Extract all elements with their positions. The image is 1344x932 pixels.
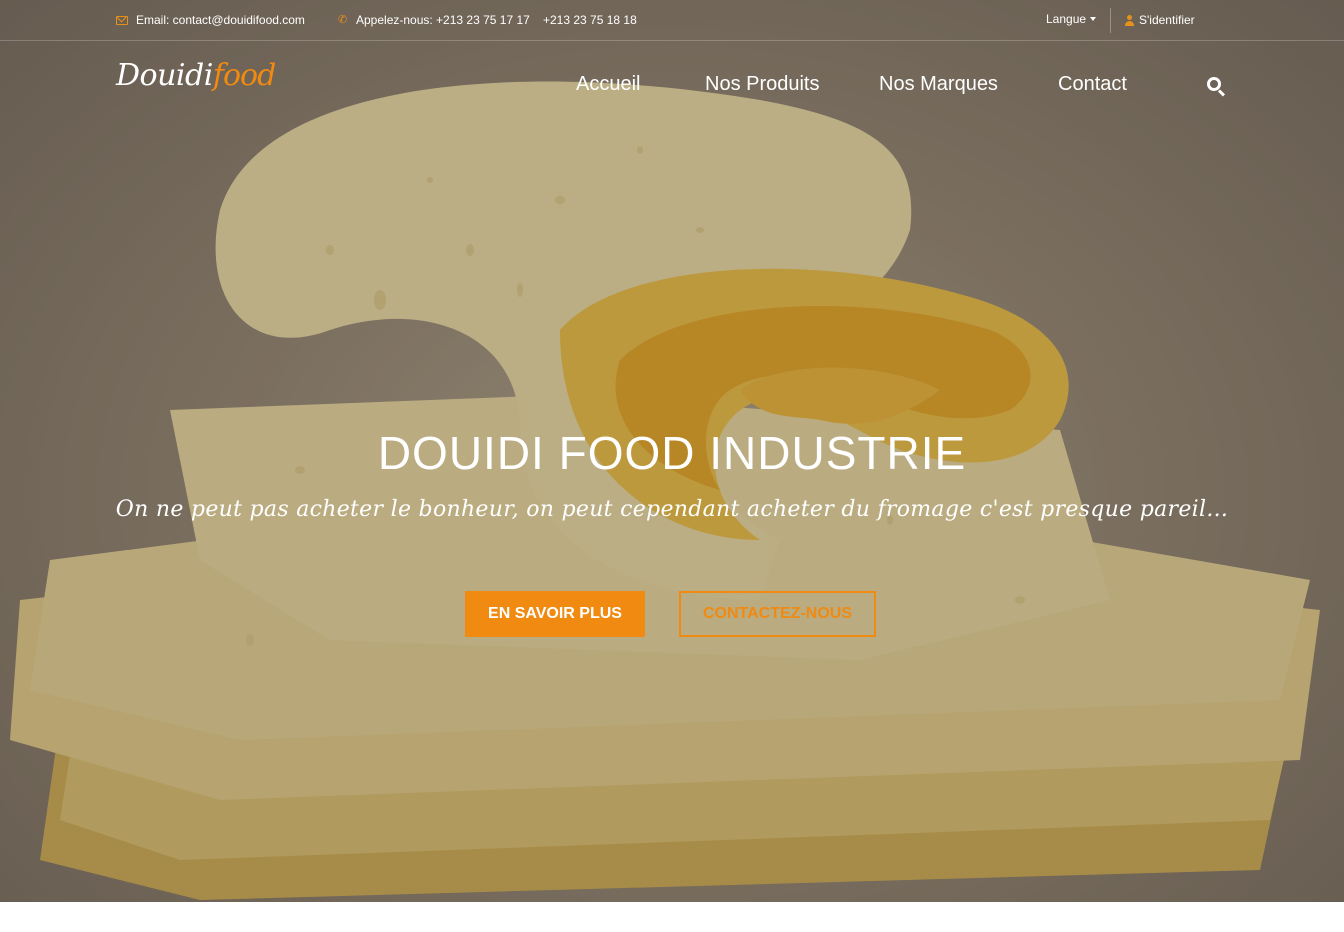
email-contact[interactable]: Email: contact@douidifood.com xyxy=(116,13,305,27)
logo[interactable]: Douidi food xyxy=(116,58,276,102)
login-link[interactable]: S'identifier xyxy=(1125,13,1195,27)
language-dropdown[interactable]: Langue xyxy=(1046,12,1097,26)
phone-text: Appelez-nous: +213 23 75 17 17 xyxy=(356,13,530,27)
search-icon-handle xyxy=(1217,89,1226,97)
chevron-down-icon xyxy=(1090,17,1097,21)
hero-title: DOUIDI FOOD INDUSTRIE xyxy=(377,427,967,479)
hero-subtitle: On ne peut pas acheter le bonheur, on pe… xyxy=(115,497,1229,522)
nav-item-contact[interactable]: Contact xyxy=(1058,73,1127,96)
language-label: Langue xyxy=(1046,12,1087,26)
mail-icon xyxy=(116,15,128,25)
logo-text-douidi: Douidi xyxy=(116,58,213,93)
logo-text-food: food xyxy=(212,58,276,93)
email-text: Email: contact@douidifood.com xyxy=(136,13,305,27)
hero-section: Email: contact@douidifood.com ✆ Appelez-… xyxy=(0,0,1344,902)
topbar-divider xyxy=(1110,8,1111,33)
phone2-contact[interactable]: +213 23 75 18 18 xyxy=(543,13,637,27)
contact-us-button[interactable]: CONTACTEZ-NOUS xyxy=(679,591,876,637)
login-label: S'identifier xyxy=(1139,13,1195,27)
search-icon[interactable] xyxy=(1207,77,1226,97)
nav-item-nos-marques[interactable]: Nos Marques xyxy=(879,73,998,96)
nav-item-accueil[interactable]: Accueil xyxy=(576,73,640,96)
learn-more-button[interactable]: EN SAVOIR PLUS xyxy=(465,591,645,637)
phone-icon: ✆ xyxy=(338,14,348,26)
phone-contact[interactable]: ✆ Appelez-nous: +213 23 75 17 17 xyxy=(338,13,530,27)
user-icon xyxy=(1125,14,1134,26)
nav-item-nos-produits[interactable]: Nos Produits xyxy=(705,73,820,96)
phone2-text: +213 23 75 18 18 xyxy=(543,13,637,27)
top-bar: Email: contact@douidifood.com ✆ Appelez-… xyxy=(0,0,1344,41)
page-content-start xyxy=(0,902,1344,932)
